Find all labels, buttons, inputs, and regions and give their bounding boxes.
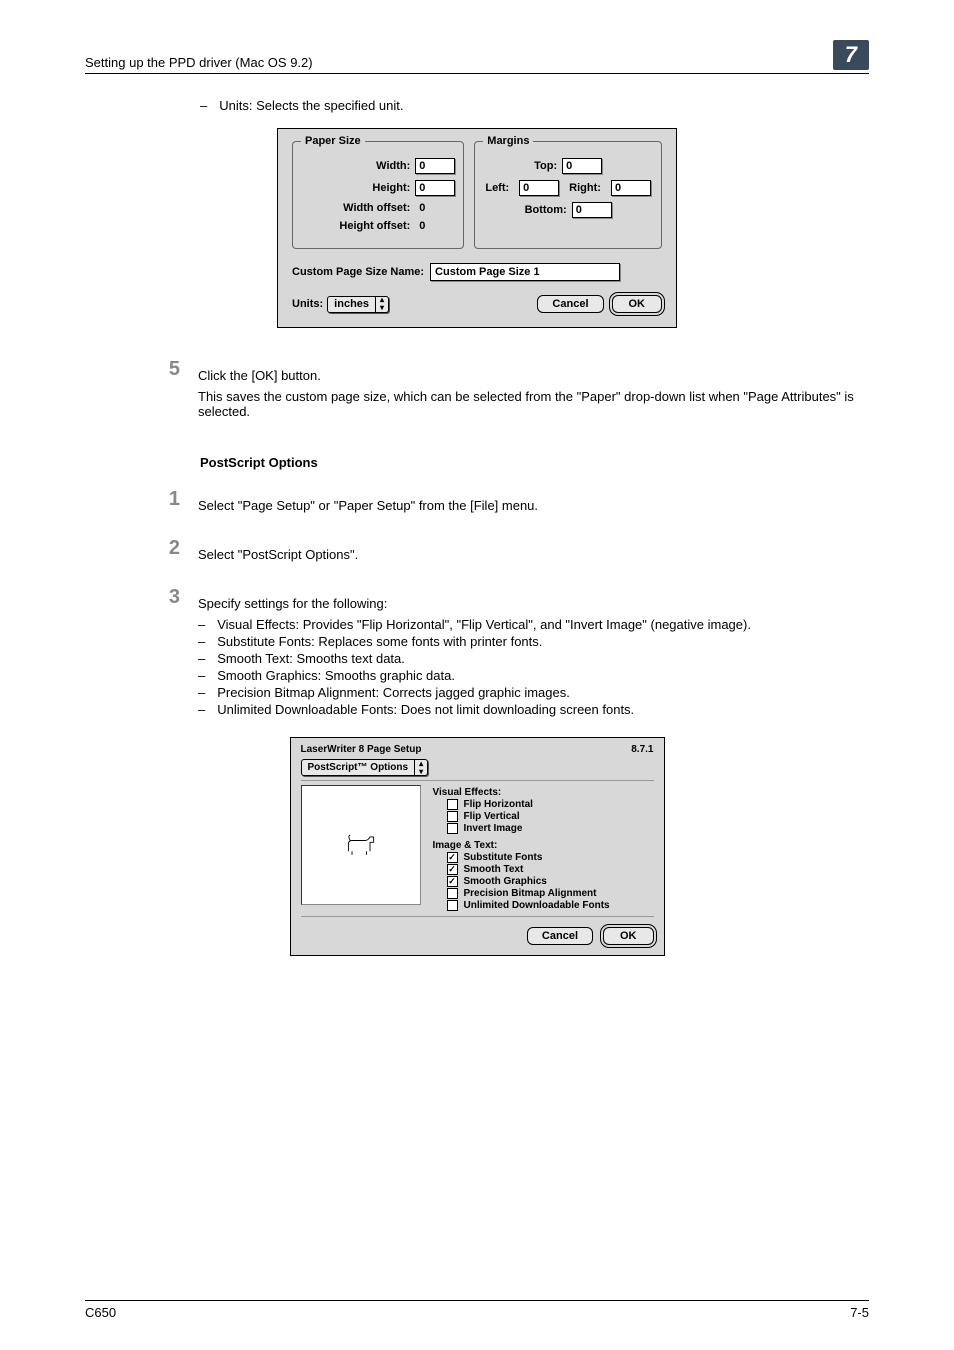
- width-offset-value: 0: [415, 202, 455, 214]
- chapter-number: 7: [833, 40, 869, 70]
- image-text-label: Image & Text:: [433, 840, 610, 851]
- intro-bullet-text: Units: Selects the specified unit.: [219, 98, 403, 113]
- precision-bitmap-label: Precision Bitmap Alignment: [464, 888, 597, 899]
- left-label: Left:: [485, 182, 509, 194]
- step-number-2: 2: [85, 537, 180, 568]
- page-title: Setting up the PPD driver (Mac OS 9.2): [85, 55, 313, 70]
- flip-vertical-label: Flip Vertical: [464, 811, 520, 822]
- step5-line1: Click the [OK] button.: [198, 368, 869, 383]
- bottom-input[interactable]: 0: [572, 202, 612, 218]
- width-label: Width:: [301, 160, 410, 172]
- height-label: Height:: [301, 182, 410, 194]
- flip-horizontal-checkbox[interactable]: [447, 799, 458, 810]
- visual-effects-label: Visual Effects:: [433, 787, 610, 798]
- units-value: inches: [328, 298, 375, 310]
- options-list: Visual Effects: Flip Horizontal Flip Ver…: [433, 785, 610, 912]
- postscript-options-dialog: LaserWriter 8 Page Setup 8.7.1 PostScrip…: [290, 737, 665, 956]
- step2-text: Select "PostScript Options".: [198, 547, 869, 562]
- smooth-graphics-checkbox[interactable]: ✓: [447, 876, 458, 887]
- bullet-dash: –: [198, 702, 205, 717]
- step3-bullet-1: Substitute Fonts: Replaces some fonts wi…: [217, 634, 542, 649]
- invert-image-checkbox[interactable]: [447, 823, 458, 834]
- footer-model: C650: [85, 1305, 116, 1320]
- options-dropdown[interactable]: PostScript™ Options ▴▾: [301, 759, 429, 776]
- step3-lead: Specify settings for the following:: [198, 596, 869, 611]
- step5-line2: This saves the custom page size, which c…: [198, 389, 869, 419]
- width-offset-label: Width offset:: [301, 202, 410, 214]
- step-3: 3 Specify settings for the following: –V…: [85, 586, 869, 719]
- precision-bitmap-checkbox[interactable]: [447, 888, 458, 899]
- cancel-button[interactable]: Cancel: [537, 295, 603, 313]
- flip-vertical-checkbox[interactable]: [447, 811, 458, 822]
- step3-bullet-3: Smooth Graphics: Smooths graphic data.: [217, 668, 455, 683]
- right-label: Right:: [569, 182, 601, 194]
- margins-fieldset: Margins Top: 0 Left: 0 Right: 0 Bottom: …: [474, 141, 662, 249]
- substitute-fonts-checkbox[interactable]: ✓: [447, 852, 458, 863]
- bullet-dash: –: [198, 668, 205, 683]
- step-number-5: 5: [85, 358, 180, 425]
- unlimited-fonts-label: Unlimited Downloadable Fonts: [464, 900, 610, 911]
- step3-bullet-5: Unlimited Downloadable Fonts: Does not l…: [217, 702, 634, 717]
- top-input[interactable]: 0: [562, 158, 602, 174]
- bullet-dash: –: [198, 685, 205, 700]
- smooth-text-label: Smooth Text: [464, 864, 524, 875]
- left-input[interactable]: 0: [519, 180, 559, 196]
- step-number-1: 1: [85, 488, 180, 519]
- top-label: Top:: [534, 160, 557, 172]
- smooth-text-checkbox[interactable]: ✓: [447, 864, 458, 875]
- step3-bullet-0: Visual Effects: Provides "Flip Horizonta…: [217, 617, 751, 632]
- step3-bullet-4: Precision Bitmap Alignment: Corrects jag…: [217, 685, 570, 700]
- cancel-button[interactable]: Cancel: [527, 927, 593, 945]
- ok-button[interactable]: OK: [612, 295, 663, 313]
- bullet-dash: –: [198, 651, 205, 666]
- page-name-label: Custom Page Size Name:: [292, 266, 424, 278]
- smooth-graphics-label: Smooth Graphics: [464, 876, 547, 887]
- units-label: Units:: [292, 298, 323, 310]
- dropdown-arrows-icon: ▴▾: [375, 296, 388, 312]
- step-5: 5 Click the [OK] button. This saves the …: [85, 358, 869, 425]
- ok-button[interactable]: OK: [603, 927, 654, 945]
- page-header: Setting up the PPD driver (Mac OS 9.2) 7: [85, 40, 869, 74]
- dropdown-arrows-icon: ▴▾: [414, 760, 427, 776]
- options-dropdown-value: PostScript™ Options: [302, 762, 415, 773]
- bottom-label: Bottom:: [525, 204, 567, 216]
- substitute-fonts-label: Substitute Fonts: [464, 852, 543, 863]
- dialog-separator: [301, 780, 654, 781]
- intro-bullet: – Units: Selects the specified unit.: [200, 98, 869, 113]
- postscript-options-heading: PostScript Options: [200, 455, 869, 470]
- d2-title: LaserWriter 8 Page Setup: [301, 744, 422, 755]
- bullet-dash: –: [198, 634, 205, 649]
- bullet-dash: –: [200, 98, 207, 113]
- step-2: 2 Select "PostScript Options".: [85, 537, 869, 568]
- height-offset-value: 0: [415, 220, 455, 232]
- footer-page-number: 7-5: [850, 1305, 869, 1320]
- width-input[interactable]: 0: [415, 158, 455, 174]
- paper-size-fieldset: Paper Size Width: 0 Height: 0 Width offs…: [292, 141, 464, 249]
- custom-page-size-dialog: Paper Size Width: 0 Height: 0 Width offs…: [277, 128, 677, 328]
- height-offset-label: Height offset:: [301, 220, 410, 232]
- step1-text: Select "Page Setup" or "Paper Setup" fro…: [198, 498, 869, 513]
- step-number-3: 3: [85, 586, 180, 719]
- step-1: 1 Select "Page Setup" or "Paper Setup" f…: [85, 488, 869, 519]
- invert-image-label: Invert Image: [464, 823, 523, 834]
- page-footer: C650 7-5: [85, 1300, 869, 1320]
- units-dropdown[interactable]: inches ▴▾: [327, 296, 389, 313]
- dialog-separator: [301, 916, 654, 917]
- d2-version: 8.7.1: [631, 744, 653, 755]
- height-input[interactable]: 0: [415, 180, 455, 196]
- bullet-dash: –: [198, 617, 205, 632]
- flip-horizontal-label: Flip Horizontal: [464, 799, 533, 810]
- unlimited-fonts-checkbox[interactable]: [447, 900, 458, 911]
- step3-bullet-2: Smooth Text: Smooths text data.: [217, 651, 405, 666]
- preview-box: [301, 785, 421, 905]
- paper-size-legend: Paper Size: [301, 135, 365, 147]
- margins-legend: Margins: [483, 135, 533, 147]
- page-name-input[interactable]: Custom Page Size 1: [430, 263, 620, 281]
- right-input[interactable]: 0: [611, 180, 651, 196]
- dog-icon: [343, 830, 379, 860]
